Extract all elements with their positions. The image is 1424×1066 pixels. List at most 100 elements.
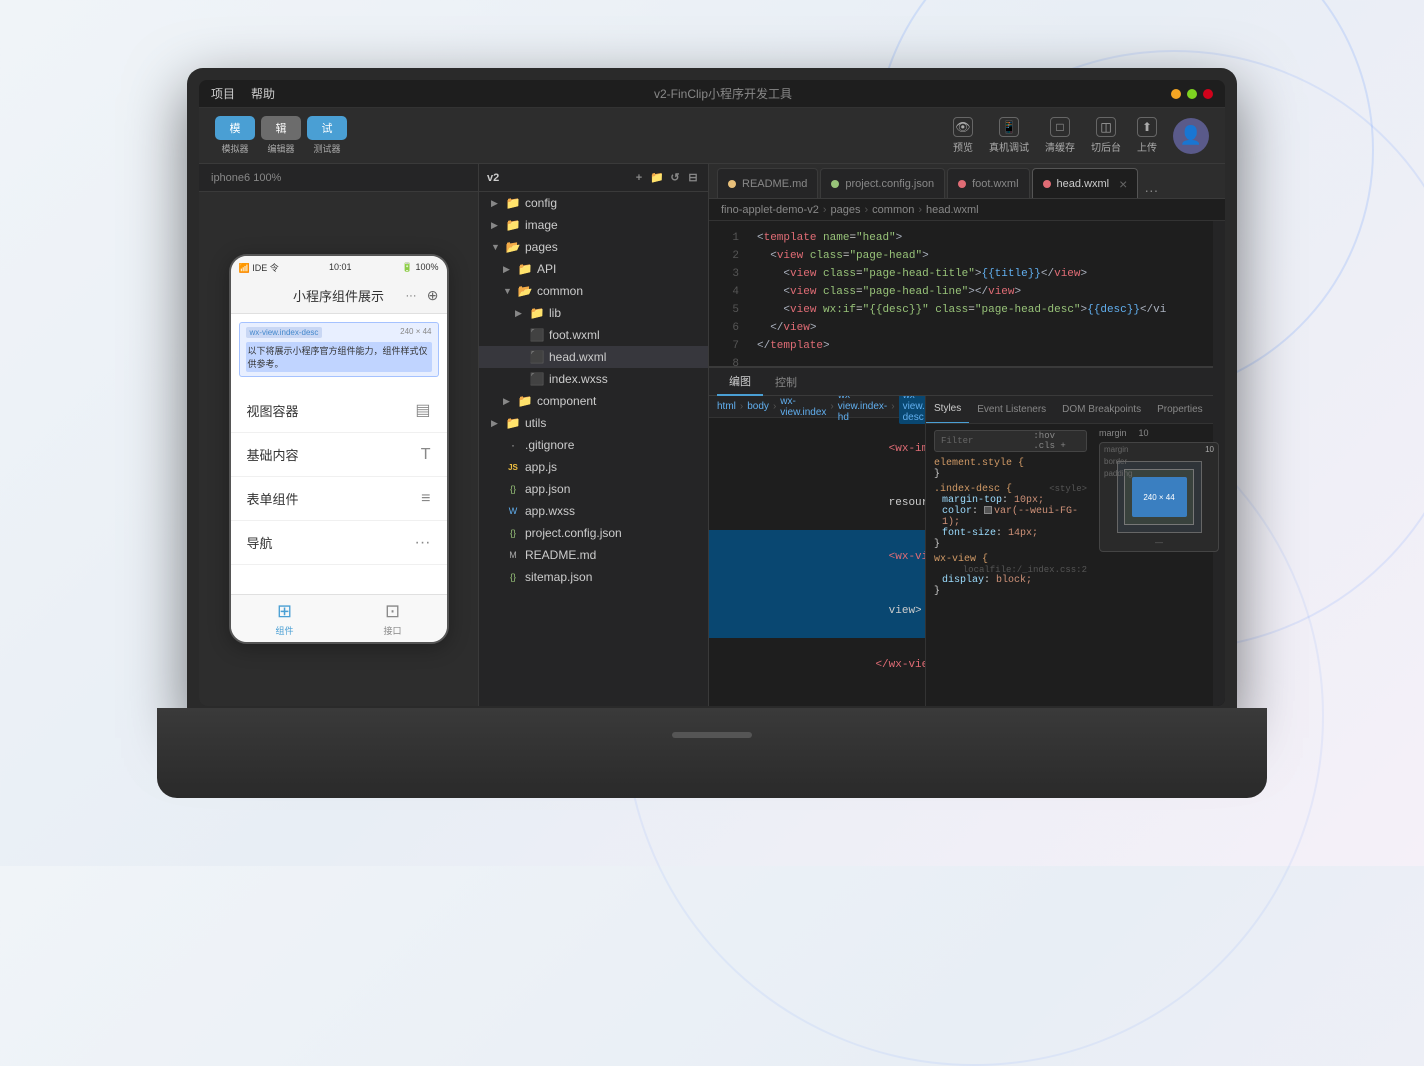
tab-more-button[interactable]: ··· (1144, 182, 1158, 198)
styles-tab-properties[interactable]: Properties (1149, 396, 1211, 424)
tree-item-sitemapjson[interactable]: ▶ {} sitemap.json (479, 566, 708, 588)
phone-menu-item-1[interactable]: 基础内容 T (231, 433, 447, 477)
phone-menu-item-0[interactable]: 视图容器 ▤ (231, 388, 447, 433)
edit-button[interactable]: 辑 (261, 116, 301, 140)
bottom-tab-bar: 编图 控制 (709, 368, 1225, 396)
bottom-tab-console[interactable]: 控制 (763, 368, 809, 396)
tab-project[interactable]: project.config.json (820, 168, 945, 198)
phone-bottom-nav: ⊞ 组件 ⊡ 接口 (231, 594, 447, 642)
new-file-button[interactable]: + (632, 171, 646, 185)
devtools-area: html › body › wx-view.index › wx-view.in… (709, 396, 1225, 706)
styles-tab-styles[interactable]: Styles (926, 396, 969, 424)
folder-icon: 📁 (505, 195, 521, 211)
tab-dot-head (1043, 180, 1051, 188)
folder-icon: 📁 (517, 261, 533, 277)
realdevice-action[interactable]: 📱 真机调试 (989, 117, 1029, 154)
menu-item-help[interactable]: 帮助 (251, 85, 275, 102)
code-line-1: <template name="head"> (757, 229, 1213, 247)
phone-nav-components[interactable]: ⊞ 组件 (231, 601, 339, 637)
tree-label-image: image (525, 218, 558, 232)
dom-line-2[interactable]: <wx-view class="index-desc">以下将展示小程序官方组件… (709, 530, 925, 584)
dom-crumb-wxview-index[interactable]: wx-view.index (780, 396, 826, 418)
upload-action[interactable]: ⬆ 上传 (1137, 117, 1157, 154)
user-avatar[interactable]: 👤 (1173, 118, 1209, 154)
tree-item-readme[interactable]: ▶ M README.md (479, 544, 708, 566)
styles-tab-dom-breakpoints[interactable]: DOM Breakpoints (1054, 396, 1149, 424)
phone-menu-item-2[interactable]: 表单组件 ≡ (231, 477, 447, 521)
collapse-button[interactable]: ⊟ (686, 171, 700, 185)
phone-signal: 📶 IDE 令 (239, 261, 279, 274)
box-bottom-dash: — (1155, 538, 1163, 547)
dom-line-1[interactable]: resources/kind/logo.png">_</wx-image> (709, 476, 925, 530)
terminal-action[interactable]: ◫ 切后台 (1091, 117, 1121, 154)
styles-tab-events[interactable]: Event Listeners (969, 396, 1054, 424)
tree-item-appjson[interactable]: ▶ {} app.json (479, 478, 708, 500)
clearcache-action[interactable]: □ 清缓存 (1045, 117, 1075, 154)
menu-item-project[interactable]: 项目 (211, 85, 235, 102)
phone-nav-api[interactable]: ⊡ 接口 (339, 601, 447, 637)
dom-crumb-body[interactable]: body (747, 401, 769, 412)
tree-item-component[interactable]: ▶ 📁 component (479, 390, 708, 412)
code-lines: 12345678 <template name="head"> <view cl… (709, 221, 1225, 366)
edit-mode-group: 辑 编辑器 (261, 116, 301, 155)
code-content: <template name="head"> <view class="page… (745, 221, 1225, 366)
phone-nav-api-label: 接口 (383, 624, 401, 637)
phone-expand-icon: ··· (406, 290, 417, 302)
file-tree-actions: + 📁 ↺ ⊟ (632, 171, 700, 185)
dom-sep-3: › (891, 401, 894, 412)
tree-item-api[interactable]: ▶ 📁 API (479, 258, 708, 280)
tree-item-foot-wxml[interactable]: ▶ ⬛ foot.wxml (479, 324, 708, 346)
test-button[interactable]: 试 (307, 116, 347, 140)
tree-item-lib[interactable]: ▶ 📁 lib (479, 302, 708, 324)
styles-content: Filter :hov .cls + element.style { } (926, 424, 1225, 706)
tree-item-image[interactable]: ▶ 📁 image (479, 214, 708, 236)
menu-bar: 项目 帮助 v2-FinClip小程序开发工具 (199, 80, 1225, 108)
simulate-button[interactable]: 模 (215, 116, 255, 140)
tree-item-appwxss[interactable]: ▶ W app.wxss (479, 500, 708, 522)
tab-close-icon[interactable]: × (1119, 176, 1127, 192)
file-tree-root-label: v2 (487, 172, 499, 184)
tree-item-utils[interactable]: ▶ 📁 utils (479, 412, 708, 434)
refresh-button[interactable]: ↺ (668, 171, 682, 185)
highlight-size: 240 × 44 (400, 327, 431, 336)
tree-item-appjs[interactable]: ▶ JS app.js (479, 456, 708, 478)
index-desc-selector: .index-desc { (934, 484, 1012, 495)
dom-line-3[interactable]: view> == $0 (709, 584, 925, 638)
tree-item-index-wxss[interactable]: ▶ ⬛ index.wxss (479, 368, 708, 390)
tab-readme[interactable]: README.md (717, 168, 818, 198)
tab-label-project: project.config.json (845, 178, 934, 190)
prop-margin-top: margin-top (942, 495, 1002, 506)
tree-item-pages[interactable]: ▼ 📂 pages (479, 236, 708, 258)
styles-filter[interactable]: Filter :hov .cls + (934, 430, 1087, 452)
phone-menu-icon-0: ▤ (415, 400, 430, 420)
file-icon-wxml: ⬛ (529, 327, 545, 343)
code-editor[interactable]: 12345678 <template name="head"> <view cl… (709, 221, 1225, 706)
dom-line-5[interactable]: ▶<wx-view class="index-bd">_</wx-view> (709, 692, 925, 706)
tree-item-common[interactable]: ▼ 📂 common (479, 280, 708, 302)
dom-line-4[interactable]: </wx-view> (709, 638, 925, 692)
maximize-button[interactable] (1187, 89, 1197, 99)
preview-action[interactable]: 👁 预览 (953, 117, 973, 154)
phone-menu-item-3[interactable]: 导航 ··· (231, 521, 447, 565)
tree-item-head-wxml[interactable]: ▶ ⬛ head.wxml (479, 346, 708, 368)
dom-line-0[interactable]: <wx-image class="index-logo" src="../res… (709, 422, 925, 476)
tree-item-projectjson[interactable]: ▶ {} project.config.json (479, 522, 708, 544)
tab-dot-foot (958, 180, 966, 188)
chevron-right-icon: ▶ (503, 264, 517, 275)
tab-foot[interactable]: foot.wxml (947, 168, 1029, 198)
file-icon-gitignore: · (505, 437, 521, 453)
dom-crumb-html[interactable]: html (717, 401, 736, 412)
box-model-margin-val: 10 (1139, 428, 1149, 438)
close-button[interactable] (1203, 89, 1213, 99)
device-label: iphone6 100% (211, 172, 281, 184)
new-folder-button[interactable]: 📁 (650, 171, 664, 185)
tree-label-utils: utils (525, 416, 546, 430)
bottom-tab-diagram[interactable]: 编图 (717, 368, 763, 396)
tree-item-gitignore[interactable]: ▶ · .gitignore (479, 434, 708, 456)
folder-open-icon: 📂 (505, 239, 521, 255)
tab-head[interactable]: head.wxml × (1032, 168, 1139, 198)
tree-item-config[interactable]: ▶ 📁 config (479, 192, 708, 214)
tab-dot-project (831, 180, 839, 188)
window-controls (1171, 89, 1213, 99)
minimize-button[interactable] (1171, 89, 1181, 99)
